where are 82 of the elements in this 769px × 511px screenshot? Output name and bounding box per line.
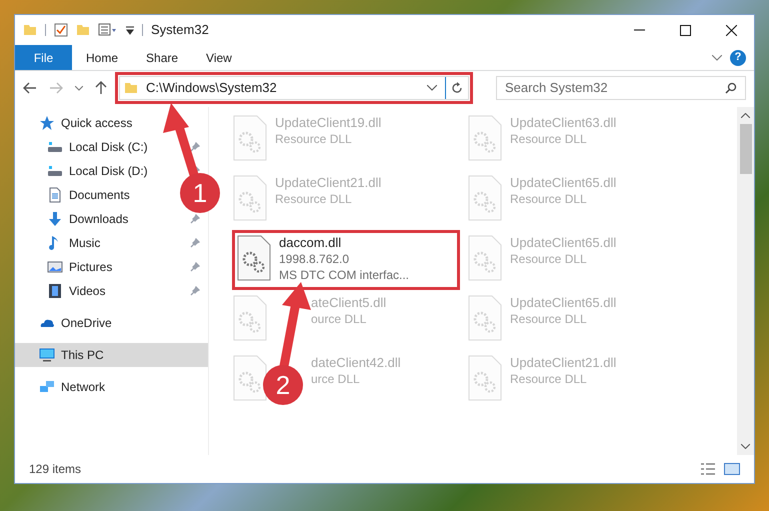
- file-detail: Resource DLL: [510, 251, 588, 267]
- sidebar-item[interactable]: This PC: [15, 343, 208, 367]
- details-view-icon[interactable]: [700, 462, 716, 476]
- file-detail: MS DTC COM interfac...: [279, 267, 410, 283]
- chevron-down-icon[interactable]: [712, 54, 722, 60]
- dropdown-icon[interactable]: [126, 25, 134, 35]
- sidebar-item[interactable]: Quick access: [15, 111, 208, 135]
- file-name: ateClient5.dll: [311, 295, 386, 311]
- file-name: daccom.dll: [279, 235, 342, 251]
- properties-icon[interactable]: [98, 23, 118, 37]
- settings-file-icon: [468, 355, 502, 401]
- sidebar-item[interactable]: Documents: [69, 186, 130, 204]
- monitor-icon: [39, 347, 55, 363]
- file-detail: Resource DLL: [510, 311, 588, 327]
- settings-file-icon: [233, 295, 267, 341]
- file-name: dateClient42.dll: [311, 355, 401, 371]
- drive-icon: [47, 163, 63, 179]
- file-detail: Resource DLL: [510, 191, 588, 207]
- file-name: UpdateClient19.dll: [275, 115, 382, 131]
- file-name: UpdateClient65.dll: [510, 175, 616, 191]
- file-detail: Resource DLL: [275, 131, 353, 147]
- window-title: System32: [151, 21, 209, 40]
- file-detail: ource DLL: [311, 311, 368, 327]
- chevron-down-icon[interactable]: [741, 444, 750, 449]
- highlighted-file-tile[interactable]: daccom.dll 1998.8.762.0 MS DTC COM interfac...: [233, 231, 459, 289]
- tiles-view-icon[interactable]: [724, 462, 740, 476]
- settings-file-icon: [233, 115, 267, 161]
- file-detail: Resource DLL: [275, 191, 353, 207]
- back-arrow-icon[interactable]: [23, 82, 37, 94]
- close-icon: [726, 24, 736, 36]
- settings-file-icon: [468, 175, 502, 221]
- network-icon: [39, 379, 55, 395]
- settings-file-icon: [468, 295, 502, 341]
- address-path: C:\Windows\System32: [146, 79, 277, 98]
- file-name: UpdateClient21.dll: [275, 175, 382, 191]
- up-arrow-icon[interactable]: [95, 81, 107, 95]
- folder-icon: [124, 81, 138, 95]
- chevron-down-icon[interactable]: [427, 85, 437, 91]
- file-detail: Resource DLL: [510, 371, 588, 387]
- drive-icon: [47, 139, 63, 155]
- scrollbar-thumb[interactable]: [740, 124, 752, 174]
- refresh-icon[interactable]: [451, 82, 463, 94]
- ribbon-tab[interactable]: Home: [72, 45, 132, 70]
- settings-file-icon: [468, 235, 502, 281]
- minimize-icon: [634, 29, 644, 31]
- file-name: UpdateClient65.dll: [510, 235, 616, 251]
- file-tab[interactable]: File: [15, 45, 72, 70]
- star-icon: [39, 115, 55, 131]
- settings-file-icon: [237, 235, 271, 281]
- document-icon: [47, 187, 63, 203]
- ribbon-tab[interactable]: View: [192, 45, 246, 70]
- sidebar-item[interactable]: Local Disk (C:): [69, 138, 148, 156]
- checklist-icon[interactable]: [54, 23, 68, 37]
- search-icon[interactable]: [725, 82, 737, 94]
- search-field[interactable]: Search System32: [496, 76, 746, 100]
- help-button[interactable]: ?: [730, 50, 746, 66]
- chevron-down-icon[interactable]: [75, 86, 83, 90]
- file-name: UpdateClient63.dll: [510, 115, 616, 131]
- file-detail: 1998.8.762.0: [279, 251, 350, 267]
- download-arrow-icon: [47, 211, 63, 227]
- chevron-up-icon[interactable]: [741, 113, 750, 118]
- scrollbar[interactable]: [737, 107, 754, 455]
- settings-file-icon: [233, 175, 267, 221]
- picture-icon: [47, 259, 63, 275]
- sidebar-item[interactable]: Videos: [69, 282, 106, 300]
- file-detail: urce DLL: [311, 371, 361, 387]
- search-input[interactable]: Search System32: [505, 78, 725, 98]
- film-icon: [47, 283, 63, 299]
- ribbon-tab[interactable]: Share: [132, 45, 192, 70]
- sidebar-item[interactable]: Local Disk (D:): [69, 162, 148, 180]
- sidebar-item[interactable]: OneDrive: [15, 311, 208, 335]
- sidebar-item[interactable]: Network: [15, 375, 208, 399]
- file-name: UpdateClient21.dll: [510, 355, 616, 371]
- maximize-icon: [680, 24, 690, 36]
- file-name: UpdateClient65.dll: [510, 295, 616, 311]
- file-detail: Resource DLL: [510, 131, 588, 147]
- settings-file-icon: [468, 115, 502, 161]
- sidebar-item[interactable]: Downloads: [69, 210, 128, 228]
- item-count: 129 items: [29, 461, 82, 478]
- settings-file-icon: [233, 355, 267, 401]
- sidebar-item[interactable]: Music: [69, 234, 100, 252]
- sidebar-item[interactable]: Pictures: [69, 258, 112, 276]
